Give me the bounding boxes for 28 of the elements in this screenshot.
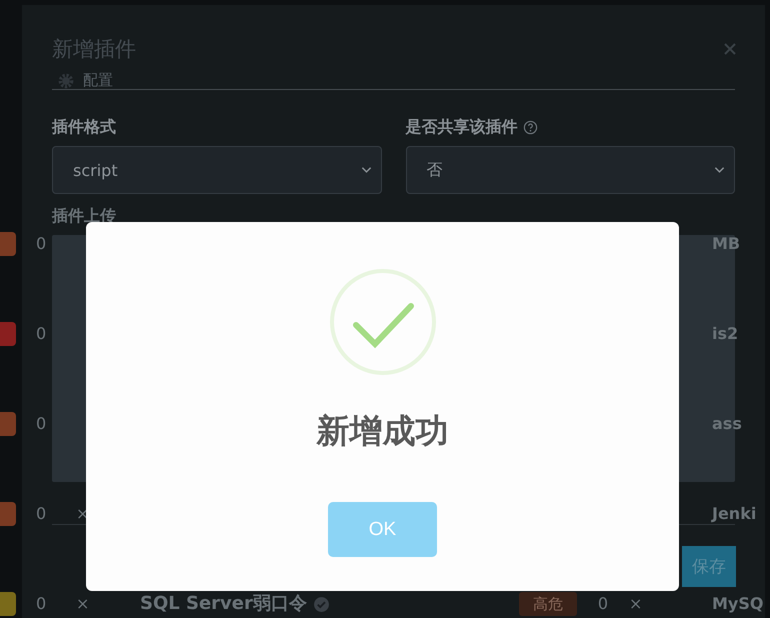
- select-field[interactable]: script: [52, 146, 382, 194]
- field-label: 是否共享该插件: [406, 116, 518, 138]
- select-field[interactable]: 否: [406, 146, 735, 194]
- severity-badge: 高危: [519, 592, 577, 616]
- count-text: 0: [35, 323, 48, 345]
- item-name: MB: [712, 233, 742, 255]
- gear-icon: [57, 72, 75, 90]
- vulnerability-title: SQL Server弱口令: [140, 592, 307, 616]
- close-mark: ×: [76, 594, 90, 613]
- help-icon[interactable]: [522, 120, 538, 134]
- success-check-icon: [328, 267, 438, 377]
- close-mark: ×: [629, 593, 642, 615]
- item-name: is2: [712, 323, 740, 345]
- chevron-down-icon: [360, 166, 372, 174]
- ok-button[interactable]: OK: [328, 502, 437, 557]
- config-tab[interactable]: 配置: [57, 71, 113, 90]
- count-text: 0: [596, 593, 610, 615]
- count-text: 0: [35, 503, 48, 525]
- count-text: 0: [35, 413, 48, 435]
- count-text: 0: [35, 593, 48, 615]
- count-text: 0: [35, 233, 48, 255]
- chevron-down-icon: [714, 166, 725, 174]
- save-button[interactable]: 保存: [682, 546, 736, 587]
- field-label: 插件格式: [52, 116, 116, 138]
- item-name: ass: [712, 413, 743, 435]
- alert-title: 新增成功: [316, 410, 448, 452]
- item-name: MySQ: [712, 593, 764, 615]
- item-name: Jenki: [712, 503, 758, 525]
